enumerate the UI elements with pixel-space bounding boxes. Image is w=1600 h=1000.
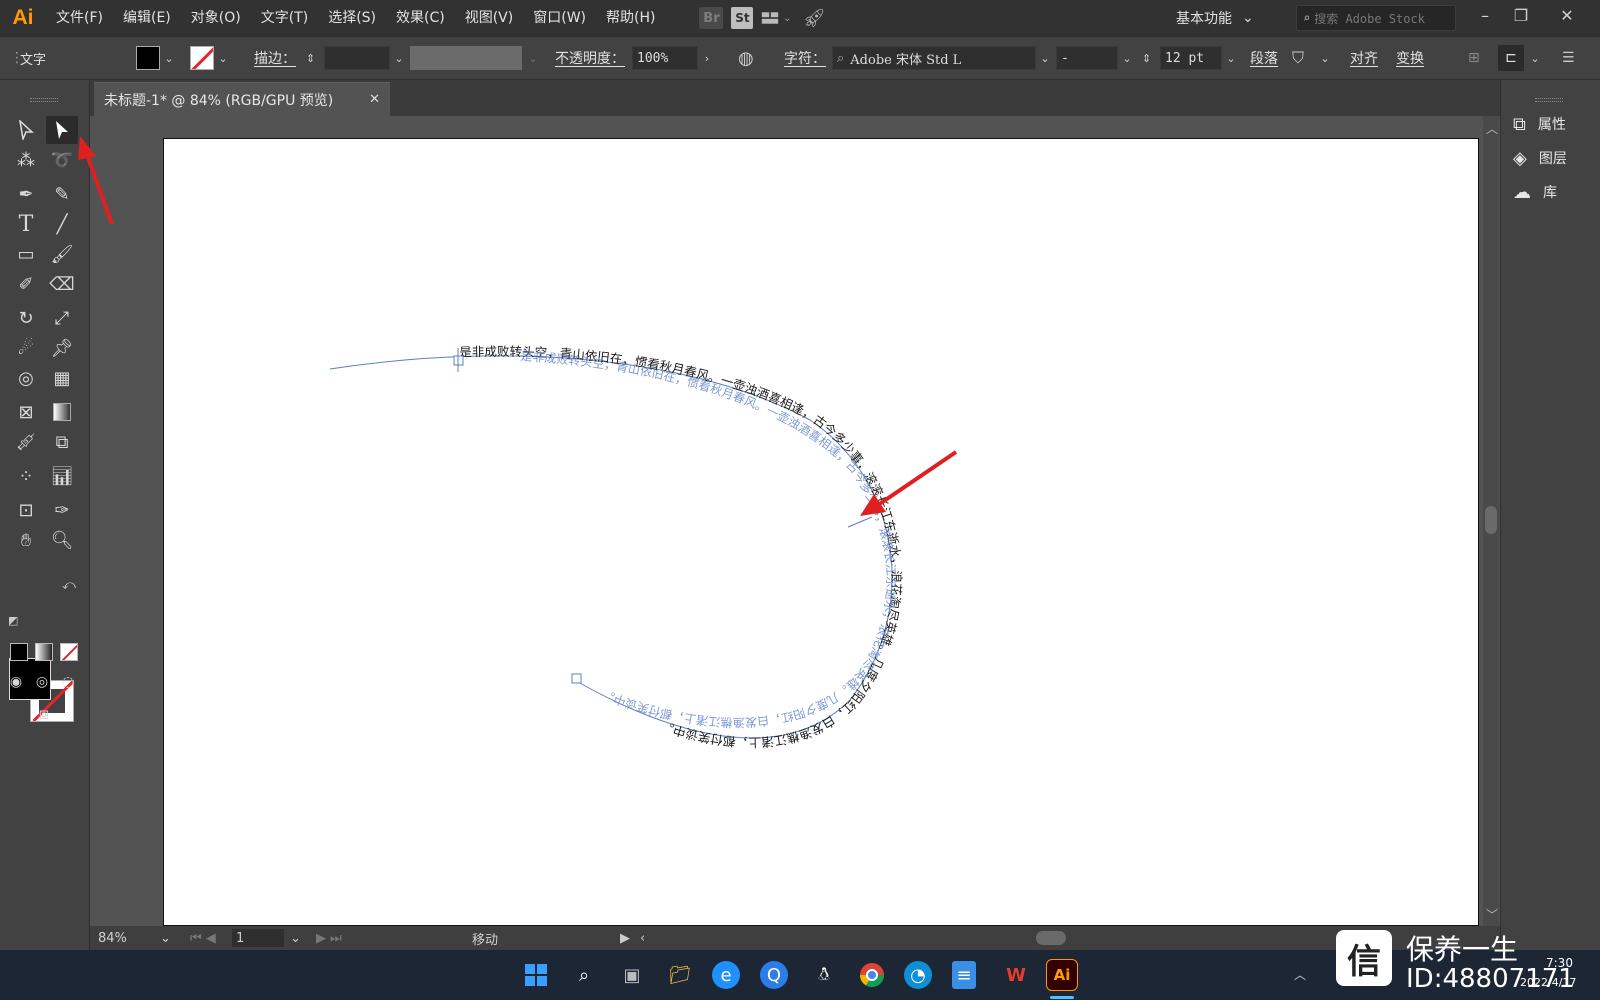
path-center-bracket[interactable] <box>847 516 873 528</box>
scroll-down-icon[interactable]: ﹀ <box>1486 906 1498 923</box>
illustrator-window: { "app": { "logo": "Ai", "menus": ["文件(F… <box>0 0 1600 1000</box>
properties-panel-button[interactable]: ⧉ 属性 <box>1513 110 1566 138</box>
next-last-artboard-icon[interactable]: ▶⏭ <box>316 929 346 947</box>
properties-icon: ⧉ <box>1513 113 1526 135</box>
status-text: 移动 <box>472 932 499 948</box>
right-panel-dock: ⧉ 属性 ◈ 图层 ☁︎ 库 <box>1500 80 1600 950</box>
libraries-icon: ☁︎ <box>1513 181 1531 203</box>
libraries-label: 库 <box>1543 185 1557 201</box>
file-explorer-icon[interactable]: 📁︎ <box>664 959 696 991</box>
task-view-icon[interactable]: ▣ <box>616 959 648 991</box>
quickfind-icon[interactable]: Q <box>760 961 788 989</box>
layers-icon: ◈ <box>1513 147 1527 169</box>
show-hidden-icons[interactable]: ︿ <box>1294 966 1306 983</box>
artboard-number-field[interactable]: 1 <box>232 929 284 947</box>
vertical-scroll-thumb[interactable] <box>1485 506 1497 534</box>
active-app-indicator <box>1050 996 1074 999</box>
watermark-brand: 保养一生 <box>1406 933 1519 966</box>
notepad-icon[interactable]: ≡ <box>952 961 976 989</box>
search-icon[interactable]: ⌕ <box>568 959 600 991</box>
path-type-ghost-content: 是非成败转头空，青山依旧在，惯看秋月春风。一壶浊酒喜相逢，古今多少事，滚滚长江东… <box>520 349 898 730</box>
path-end-handle[interactable] <box>571 673 582 684</box>
watermark-id: ID:48807171 <box>1406 964 1575 994</box>
horizontal-scroll-thumb[interactable] <box>1036 931 1066 945</box>
libraries-panel-button[interactable]: ☁︎ 库 <box>1513 178 1557 206</box>
first-prev-artboard-icon[interactable]: ⏮◀ <box>190 929 220 947</box>
annotation-arrow-canvas <box>860 450 958 516</box>
layers-label: 图层 <box>1538 151 1567 167</box>
watermark-logo: 信 <box>1336 930 1392 986</box>
watermark: 信 保养一生 ID:48807171 <box>1336 926 1600 1000</box>
edge-icon[interactable]: ◔ <box>904 961 932 989</box>
artwork-layer: 是非成败转头空，青山依旧在，惯看秋月春风。一壶浊酒喜相逢，古今多少事，滚滚长江东… <box>78 136 958 750</box>
path-type-text-ghost: 是非成败转头空，青山依旧在，惯看秋月春风。一壶浊酒喜相逢，古今多少事，滚滚长江东… <box>520 349 898 730</box>
chevron-down-icon[interactable]: ⌄ <box>290 929 301 947</box>
windows-start-icon[interactable] <box>520 959 552 991</box>
layers-panel-button[interactable]: ◈ 图层 <box>1513 144 1567 172</box>
scroll-up-icon[interactable]: ︿ <box>1486 120 1498 137</box>
zoom-level[interactable]: 84% <box>98 929 127 947</box>
illustrator-icon[interactable]: Ai <box>1046 959 1078 991</box>
status-menu-arrow-icon[interactable]: ▶ <box>620 929 630 947</box>
qq-icon[interactable]: 🐧︎ <box>808 959 840 991</box>
wps-icon[interactable]: W <box>1000 959 1032 991</box>
ie-icon[interactable]: e <box>712 961 740 989</box>
chevron-down-icon[interactable]: ⌄ <box>160 929 171 947</box>
chrome-icon[interactable] <box>856 959 888 991</box>
panel-grip <box>1535 98 1563 102</box>
annotation-arrow-toolbar <box>78 136 114 225</box>
status-bar: 84% ⌄ ⏮◀ 1 ⌄ ▶⏭ 移动 ▶ ‹ <box>90 926 1500 950</box>
scroll-left-icon[interactable]: ‹ <box>640 929 645 947</box>
properties-label: 属性 <box>1537 117 1566 133</box>
